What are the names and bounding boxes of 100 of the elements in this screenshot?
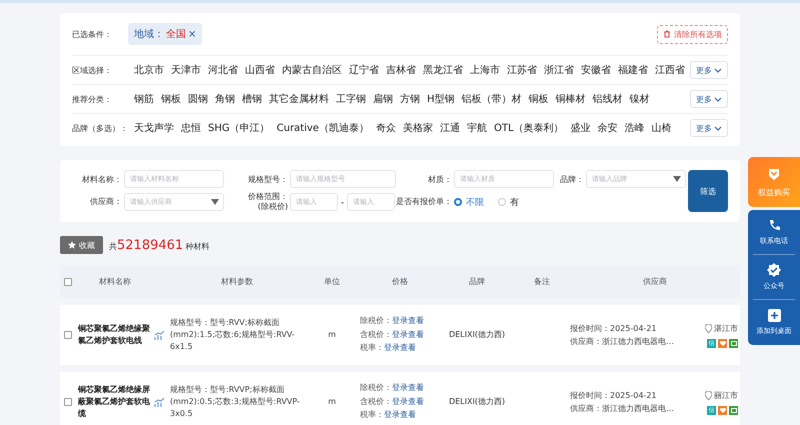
filter-option[interactable]: 余安 <box>598 121 618 135</box>
quote-time: 报价时间：2025-04-21 <box>570 322 658 334</box>
column-header: 价格 <box>391 276 409 287</box>
material-name: 铜芯聚氯乙烯绝缘聚氯乙烯护套软电线 <box>76 323 151 347</box>
column-header: 材料参数 <box>220 276 254 287</box>
quote-time: 报价时间：2025-04-21 <box>570 390 658 402</box>
filter-option[interactable]: 浙江省 <box>544 63 574 77</box>
more-button[interactable]: 更多 <box>690 90 728 108</box>
result-count: 共52189461 种材料 <box>109 238 210 252</box>
price-line: 含税价：登录查看 <box>360 396 440 408</box>
filter-option[interactable]: 天戈声学 <box>134 121 174 135</box>
filter-option[interactable]: 方钢 <box>400 92 420 106</box>
star-icon <box>68 241 76 249</box>
filter-option[interactable]: 江西省 <box>655 63 685 77</box>
remove-tag-button[interactable]: × <box>188 28 196 40</box>
filter-option[interactable]: 角钢 <box>215 92 235 106</box>
row-checkbox[interactable] <box>64 331 72 339</box>
login-link[interactable]: 登录查看 <box>384 342 416 356</box>
column-header: 材料名称 <box>98 276 132 287</box>
filter-option[interactable]: H型钢 <box>427 92 455 106</box>
filter-option[interactable]: 浩峰 <box>624 121 645 135</box>
filter-option[interactable]: 安徽省 <box>581 63 611 77</box>
filter-option[interactable]: 山西省 <box>245 63 275 77</box>
radio-icon[interactable] <box>454 198 462 206</box>
filter-option[interactable]: 忠恒 <box>181 121 201 135</box>
location-pin-icon <box>705 391 712 400</box>
favorite-button[interactable]: 收藏 <box>60 236 103 254</box>
price-line: 除税价：登录查看 <box>360 314 440 328</box>
more-button[interactable]: 更多 <box>690 61 728 79</box>
more-button[interactable]: 更多 <box>690 119 728 137</box>
clear-all-button[interactable]: 清除所有选项 <box>657 24 728 44</box>
filter-option[interactable]: 吉林省 <box>386 63 416 77</box>
city-label: 湛江市 <box>705 322 738 334</box>
radio-option[interactable]: 有 <box>498 196 519 208</box>
filter-option[interactable]: 钢板 <box>161 92 181 106</box>
field-label: 供应商： <box>89 197 123 207</box>
radio-icon[interactable] <box>498 198 506 206</box>
filter-option[interactable]: 盛业 <box>570 121 591 135</box>
column-header: 备注 <box>533 276 551 287</box>
filter-option[interactable]: 奇众 <box>376 121 396 135</box>
filter-option[interactable]: 扁钢 <box>373 92 393 106</box>
filter-option[interactable]: 铝线材 <box>592 92 623 106</box>
filter-option[interactable]: 钢筋 <box>134 92 154 106</box>
filter-option[interactable]: 河北省 <box>208 63 238 77</box>
filter-option[interactable]: 北京市 <box>134 63 164 77</box>
dropdown-triangle-icon <box>673 176 681 182</box>
filter-option[interactable]: 山椅 <box>652 121 672 135</box>
filter-option[interactable]: 江苏省 <box>507 63 537 77</box>
heart-badge-icon <box>718 338 727 348</box>
verified-badge-icon <box>767 263 781 277</box>
trend-chart-icon[interactable] <box>154 398 164 406</box>
login-link[interactable]: 登录查看 <box>392 382 424 395</box>
supplier-name: 供应商：浙江德力西电器电… <box>570 336 675 348</box>
medal-icon <box>766 166 782 182</box>
chevron-down-icon <box>714 126 722 130</box>
row-checkbox[interactable] <box>64 398 72 406</box>
chevron-down-icon <box>714 96 722 102</box>
material-params: 规格型号：型号:RVV;标称截面(mm2):1.5;芯数:6;规格型号:RVV-6x1.5 <box>170 317 296 353</box>
filter-option[interactable]: 天津市 <box>171 63 201 77</box>
login-link[interactable]: 登录查看 <box>392 396 424 408</box>
filter-option[interactable]: OTL（奥泰利） <box>494 121 564 135</box>
select-all-checkbox[interactable] <box>64 278 72 286</box>
trash-icon <box>663 30 671 38</box>
filter-option[interactable]: SHG（申江） <box>208 121 270 135</box>
trend-chart-icon[interactable] <box>154 330 164 340</box>
field-label: 品牌： <box>559 174 585 184</box>
field-label: 价格范围： (除税价) <box>247 192 289 212</box>
filter-option[interactable]: 内蒙古自治区 <box>282 63 342 77</box>
login-link[interactable]: 登录查看 <box>384 409 416 422</box>
filter-option[interactable]: 铝板（带）材 <box>462 92 522 106</box>
filter-option[interactable]: 江通 <box>440 121 460 135</box>
filter-option[interactable]: 福建省 <box>618 63 648 77</box>
field-label: 是否有报价单： <box>396 197 453 207</box>
login-link[interactable]: 登录查看 <box>392 328 424 342</box>
column-header: 品牌 <box>468 276 486 287</box>
heart-badge-icon <box>718 406 727 414</box>
filter-option[interactable]: 辽宁省 <box>349 63 379 77</box>
filter-button[interactable]: 筛选 <box>688 170 728 212</box>
column-header: 单位 <box>323 276 341 287</box>
column-header: 供应商 <box>642 276 668 287</box>
filter-option[interactable]: 铜板 <box>528 92 549 106</box>
range-separator: - <box>341 198 344 206</box>
filter-option[interactable]: 其它金属材料 <box>269 92 329 106</box>
field-label: 规格型号： <box>247 174 289 184</box>
filter-option[interactable]: 宇航 <box>466 121 487 135</box>
filter-label: 推荐分类： <box>72 94 113 104</box>
dropdown-triangle-icon <box>211 199 219 205</box>
filter-option[interactable]: 美格家 <box>402 121 433 135</box>
filter-option[interactable]: 黑龙江省 <box>423 63 463 77</box>
filter-option[interactable]: 上海市 <box>470 63 500 77</box>
filter-option[interactable]: 圆钢 <box>188 92 208 106</box>
material-name: 铜芯聚氯乙烯绝缘屏蔽聚氯乙烯护套软电缆 <box>76 384 151 420</box>
filter-option[interactable]: 工字钢 <box>336 92 366 106</box>
filter-option[interactable]: 槽钢 <box>242 92 262 106</box>
login-link[interactable]: 登录查看 <box>392 314 424 328</box>
filter-option[interactable]: 镍材 <box>630 92 650 106</box>
radio-option[interactable]: 不限 <box>454 196 484 208</box>
filter-option[interactable]: 铜棒材 <box>556 92 586 106</box>
filter-option[interactable]: Curative（凯迪泰） <box>276 121 369 135</box>
selected-tag: 地域： 全国 × <box>128 23 202 45</box>
